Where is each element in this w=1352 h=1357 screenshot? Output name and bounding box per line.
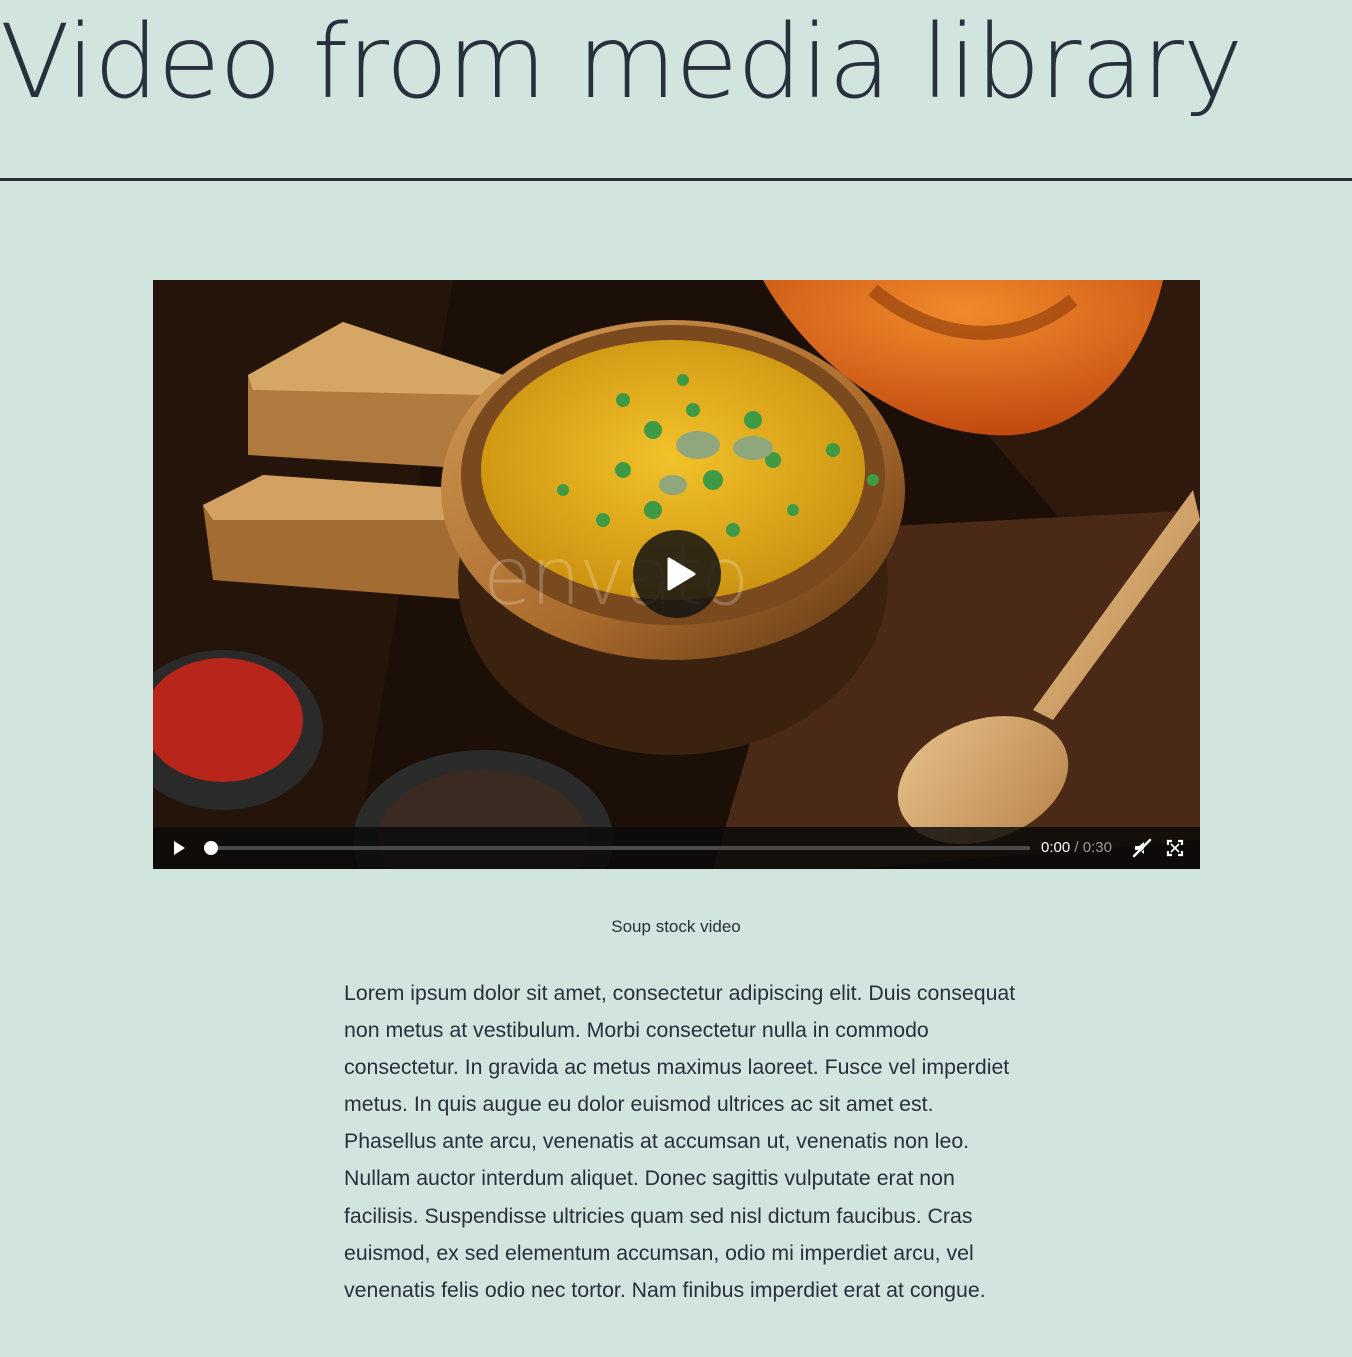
video-player[interactable]: envato 0:00 / 0:30 — [153, 280, 1200, 869]
big-play-button[interactable] — [633, 530, 721, 618]
body-paragraph: Lorem ipsum dolor sit amet, consectetur … — [344, 981, 1016, 1302]
seek-handle[interactable] — [204, 841, 218, 855]
volume-muted-icon — [1132, 838, 1152, 858]
seek-bar[interactable] — [204, 841, 1030, 855]
mute-button[interactable] — [1131, 837, 1153, 859]
play-icon — [667, 557, 696, 591]
duration: 0:30 — [1082, 839, 1112, 856]
current-time: 0:00 — [1041, 839, 1071, 856]
play-icon — [174, 841, 185, 855]
video-controls: 0:00 / 0:30 — [153, 827, 1200, 869]
page-title: Video from media library — [0, 3, 1243, 122]
video-caption: Soup stock video — [611, 917, 741, 936]
fullscreen-button[interactable] — [1164, 837, 1186, 859]
play-button[interactable] — [167, 837, 189, 859]
title-separator — [0, 178, 1352, 181]
fullscreen-icon — [1166, 839, 1184, 857]
time-separator: / — [1070, 839, 1083, 856]
time-display: 0:00 / 0:30 — [1041, 838, 1112, 858]
